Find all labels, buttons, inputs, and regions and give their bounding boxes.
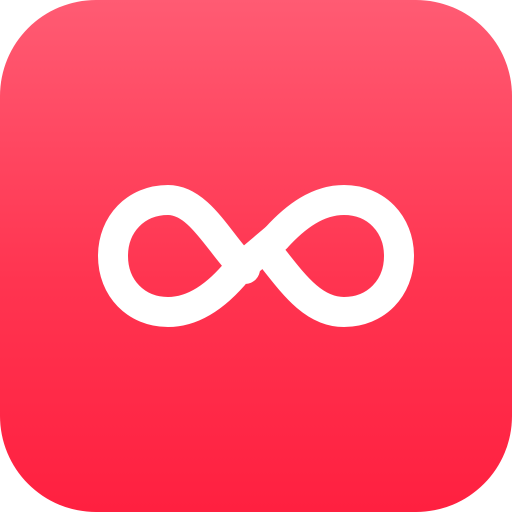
app-icon[interactable] bbox=[0, 0, 512, 512]
infinity-icon bbox=[98, 185, 414, 327]
